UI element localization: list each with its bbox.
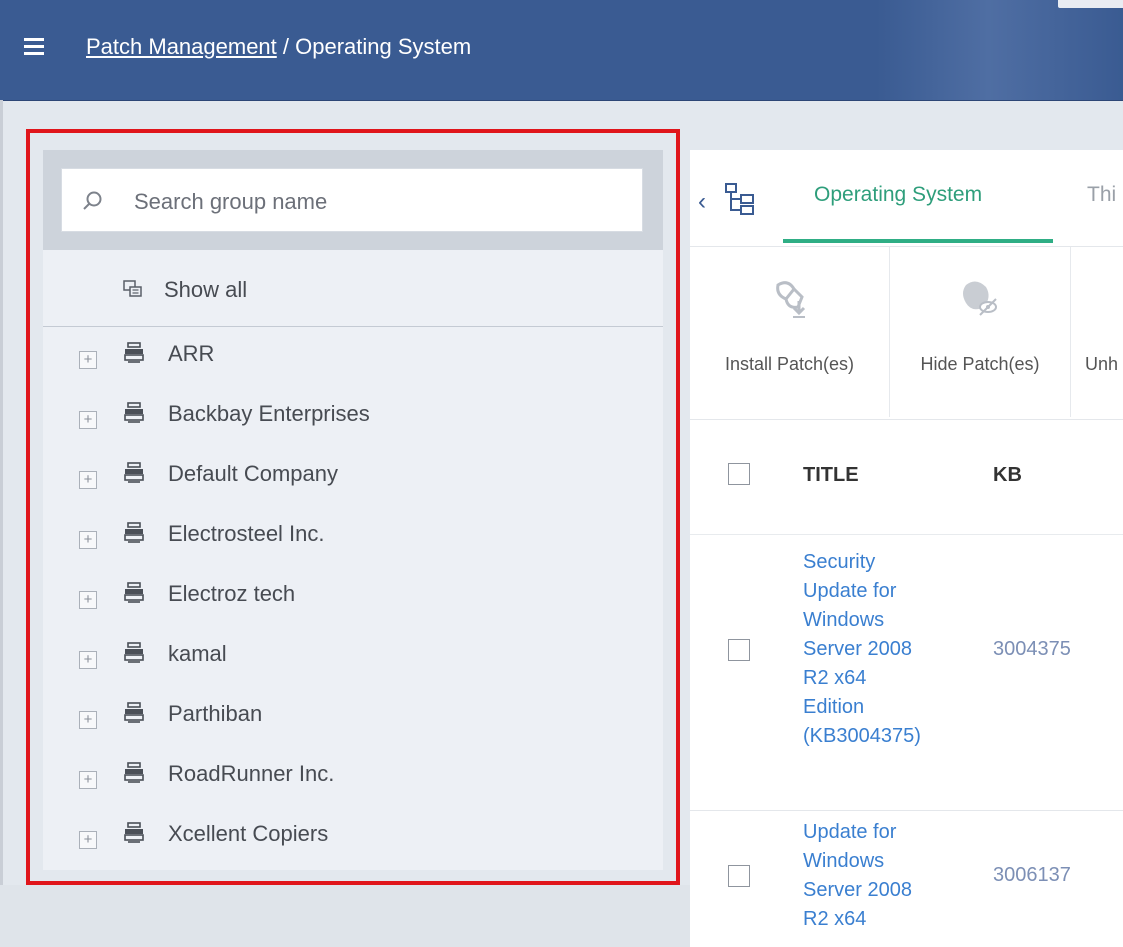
breadcrumb-patch-management-link[interactable]: Patch Management [86, 34, 277, 59]
select-all-checkbox[interactable] [728, 463, 750, 485]
column-header-kb[interactable]: KB [993, 464, 1022, 487]
highlight-box [26, 129, 680, 885]
panel-bottom-area [0, 885, 690, 947]
patch-title-line: R2 x64 [803, 908, 867, 930]
patch-title-line: Update for [803, 580, 897, 602]
patch-toolbar: Install Patch(es) Hide Patch(es) Unh [690, 247, 1123, 420]
breadcrumb-current: Operating System [295, 34, 472, 59]
header-corner-tab[interactable] [1058, 0, 1123, 8]
patch-title-line: Edition [803, 696, 865, 718]
patch-title-link[interactable]: Security Update for Windows Server 2008 R2 x… [803, 548, 953, 751]
tab-third-party[interactable]: Thi [1087, 183, 1116, 207]
unhide-patches-button[interactable]: Unh [1071, 247, 1123, 417]
hamburger-icon[interactable] [24, 38, 44, 56]
patch-kb: 3006137 [993, 864, 1071, 886]
row-checkbox[interactable] [728, 865, 750, 887]
install-patch-icon [776, 281, 806, 318]
row-checkbox[interactable] [728, 638, 750, 661]
patch-content: ‹ Operating System Thi Install Patch(es) [690, 150, 1123, 947]
breadcrumb-separator: / [276, 34, 296, 59]
patch-title-line: Windows [803, 609, 885, 631]
patch-title-line: Server 2008 [803, 638, 912, 660]
patch-kb: 3004375 [993, 637, 1071, 660]
patch-title-line: R2 x64 [803, 667, 867, 689]
install-patches-button[interactable]: Install Patch(es) [690, 247, 889, 417]
top-header: Patch Management / Operating System [0, 0, 1123, 101]
row-divider [690, 810, 1123, 811]
patch-title-line: (KB3004375) [803, 725, 921, 747]
hide-patches-button[interactable]: Hide Patch(es) [890, 247, 1070, 417]
active-tab-indicator [783, 239, 1053, 243]
hide-patch-icon [963, 281, 997, 316]
patch-title-link[interactable]: Update for Windows Server 2008 R2 x64 [803, 818, 953, 934]
chevron-left-icon[interactable]: ‹ [698, 188, 706, 216]
install-patches-label: Install Patch(es) [724, 354, 855, 374]
window-left-edge [0, 100, 3, 947]
patch-title-line: Server 2008 [803, 879, 912, 901]
tabs-bar: ‹ Operating System Thi [690, 150, 1123, 247]
breadcrumb: Patch Management / Operating System [86, 34, 471, 60]
patch-title-line: Update for [803, 821, 897, 843]
table-header: TITLE KB [690, 450, 1123, 535]
patch-title-line: Windows [803, 850, 885, 872]
column-header-title[interactable]: TITLE [803, 464, 859, 487]
unhide-patches-label: Unh [1085, 354, 1119, 374]
patch-title-line: Security [803, 551, 876, 573]
hide-patches-label: Hide Patch(es) [920, 354, 1040, 374]
tree-icon[interactable] [724, 183, 758, 215]
tab-operating-system[interactable]: Operating System [814, 183, 982, 207]
